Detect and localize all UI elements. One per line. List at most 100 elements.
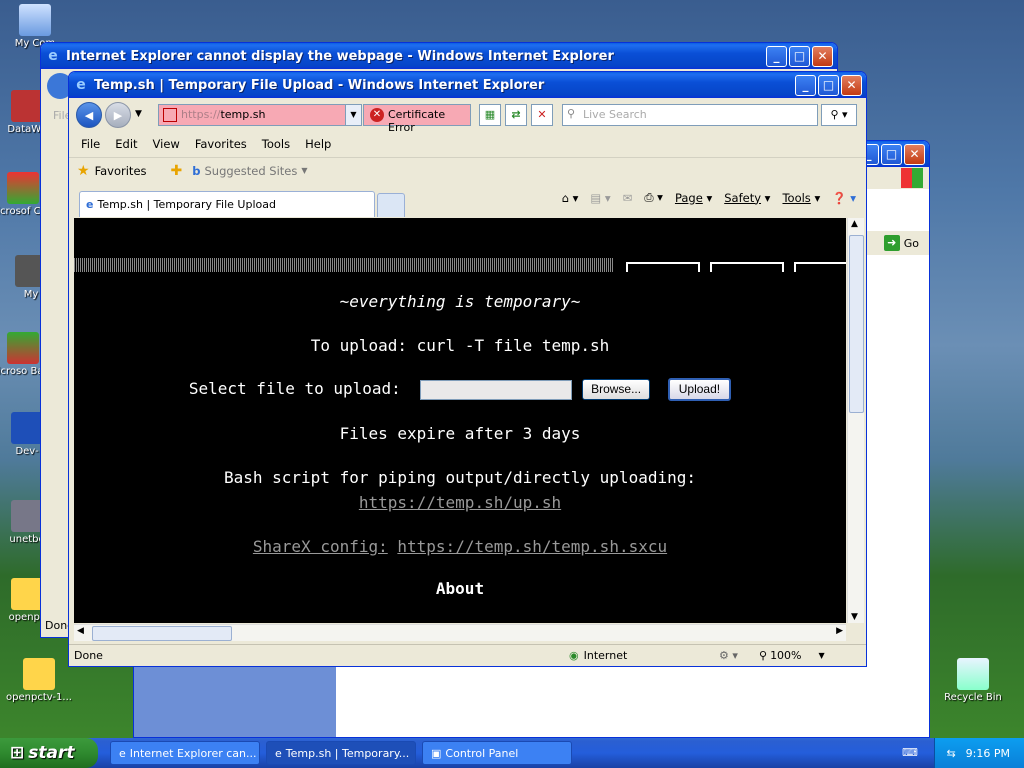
close-button[interactable]: ✕ — [841, 74, 862, 96]
upload-instructions: To upload: curl -T file temp.sh — [310, 336, 610, 355]
address-bar[interactable]: https://temp.sh ▼ — [158, 104, 362, 126]
address-dropdown-icon[interactable]: ▼ — [345, 105, 361, 125]
tab-temp-sh[interactable]: e Temp.sh | Temporary File Upload — [79, 191, 375, 217]
menu-view[interactable]: View — [153, 137, 180, 151]
keyboard-icon[interactable]: ⌨ — [902, 746, 918, 759]
close-button[interactable]: ✕ — [904, 143, 925, 165]
ie-window[interactable]: e Temp.sh | Temporary File Upload - Wind… — [68, 71, 867, 667]
go-button[interactable]: ➜ Go — [883, 235, 919, 251]
compatibility-view-button[interactable]: ▦ — [479, 104, 501, 126]
upload-button[interactable]: Upload! — [667, 378, 732, 401]
status-bar: Done ◉ Internet ⚙ ▾ ⚲ 100% ▼ — [69, 644, 866, 666]
maximize-button[interactable]: □ — [881, 143, 902, 165]
sharex-label[interactable]: ShareX config: — [253, 537, 388, 556]
tools-menu[interactable]: Tools ▾ — [782, 191, 820, 205]
menu-help[interactable]: Help — [305, 137, 331, 151]
add-favorite-icon[interactable]: ✚ — [171, 163, 183, 179]
page-menu[interactable]: Page ▾ — [675, 191, 712, 205]
taskbar: ⊞ start e Internet Explorer can... e Tem… — [0, 738, 1024, 768]
chevron-down-icon: ▼ — [301, 166, 308, 175]
search-input[interactable]: ⚲ Live Search — [562, 104, 818, 126]
taskbar-item-control-panel[interactable]: ▣ Control Panel — [422, 741, 572, 765]
help-icon[interactable]: ❓ ▾ — [832, 191, 856, 205]
scroll-right-icon[interactable]: ▶ — [836, 626, 843, 636]
print-icon[interactable]: ⎙ ▾ — [644, 190, 663, 205]
maximize-button[interactable]: □ — [789, 45, 810, 67]
forward-arrow-icon: ▶ — [113, 108, 123, 122]
feeds-icon[interactable]: ▤ ▾ — [590, 191, 610, 205]
browse-button[interactable]: Browse... — [582, 379, 651, 400]
minimize-button[interactable]: _ — [795, 74, 816, 96]
ie-error-titlebar[interactable]: e Internet Explorer cannot display the w… — [41, 43, 837, 69]
vertical-scrollbar[interactable]: ▲ ▼ — [847, 218, 864, 623]
scroll-left-icon[interactable]: ◀ — [77, 626, 84, 636]
internet-explorer-icon: e — [48, 48, 58, 64]
windows-logo-icon — [901, 168, 923, 188]
page-icon — [163, 108, 177, 122]
start-button[interactable]: ⊞ start — [0, 738, 98, 768]
menu-bar: File Edit View Favorites Tools Help — [69, 134, 866, 154]
desktop-icon-recycle-bin[interactable]: Recycle Bin — [938, 658, 1008, 704]
network-icon[interactable]: ⇆ — [946, 747, 955, 760]
ie-titlebar[interactable]: e Temp.sh | Temporary File Upload - Wind… — [69, 72, 866, 98]
shortcut-icon — [11, 90, 43, 122]
desktop-icon-label: openpctv-1... — [6, 692, 72, 703]
sharex-link[interactable]: https://temp.sh/temp.sh.sxcu — [397, 537, 667, 556]
menu-tools[interactable]: Tools — [262, 137, 290, 151]
internet-explorer-icon: e — [275, 746, 282, 760]
recycle-bin-icon — [957, 658, 989, 690]
system-tray: ⇆ 9:16 PM — [934, 738, 1024, 768]
desktop-icon-openpctv[interactable]: openpctv-1... — [4, 658, 74, 704]
new-tab-button[interactable] — [377, 193, 405, 217]
safety-menu[interactable]: Safety ▾ — [724, 191, 770, 205]
zoom-control[interactable]: ⚲ 100% ▼ — [759, 649, 825, 662]
back-button[interactable]: ◀ — [76, 102, 102, 128]
favorites-star-icon: ★ — [77, 162, 90, 179]
zoom-icon: ⚲ — [759, 649, 768, 662]
menu-file[interactable]: File — [81, 137, 100, 151]
select-file-label: Select file to upload: — [188, 379, 401, 398]
scroll-down-icon[interactable]: ▼ — [851, 612, 858, 622]
favorites-button[interactable]: ★ Favorites — [77, 163, 147, 179]
horizontal-scroll-thumb[interactable] — [92, 626, 232, 641]
home-icon[interactable]: ⌂ ▾ — [562, 191, 579, 205]
ascii-box — [794, 262, 846, 272]
bash-script-text: Bash script for piping output/directly u… — [223, 468, 696, 487]
stop-button[interactable]: ✕ — [531, 104, 553, 126]
upload-form: Select file to upload: Browse... Upload! — [74, 378, 846, 401]
search-icon: ⚲ ▾ — [830, 108, 848, 121]
vertical-scroll-thumb[interactable] — [849, 235, 864, 413]
read-mail-icon[interactable]: ✉ — [623, 191, 633, 205]
minimize-button[interactable]: _ — [766, 45, 787, 67]
search-button[interactable]: ⚲ ▾ — [821, 104, 857, 126]
zone-indicator: ◉ Internet — [569, 649, 628, 662]
about-heading[interactable]: About — [74, 579, 846, 598]
favorites-bar: ★ Favorites ✚ b Suggested Sites ▼ — [69, 157, 866, 183]
bash-script-link[interactable]: https://temp.sh/up.sh — [359, 493, 561, 512]
taskbar-item-temp-sh[interactable]: e Temp.sh | Temporary... — [266, 741, 416, 765]
menu-edit[interactable]: Edit — [115, 137, 137, 151]
tagline: ~everything is temporary~ — [339, 292, 581, 311]
menu-favorites[interactable]: Favorites — [195, 137, 247, 151]
file-path-input[interactable] — [420, 379, 573, 400]
search-provider-icon: ⚲ — [567, 107, 576, 120]
close-button[interactable]: ✕ — [812, 45, 833, 67]
control-panel-icon: ▣ — [431, 746, 442, 760]
scroll-up-icon[interactable]: ▲ — [851, 219, 858, 229]
certificate-error-button[interactable]: ✕ Certificate Error — [363, 104, 471, 134]
expiry-notice: Files expire after 3 days — [339, 424, 581, 443]
forward-button[interactable]: ▶ — [105, 102, 131, 128]
ascii-box — [626, 262, 700, 272]
ascii-banner — [74, 258, 846, 272]
protected-mode-icon[interactable]: ⚙ ▾ — [719, 649, 759, 662]
address-protocol: https:// — [181, 108, 221, 121]
history-dropdown-icon[interactable]: ▼ — [135, 109, 142, 119]
taskbar-item-ie-error[interactable]: e Internet Explorer can... — [110, 741, 260, 765]
window-title: Temp.sh | Temporary File Upload - Window… — [94, 77, 545, 93]
page-content: ~everything is temporary~ To upload: cur… — [74, 218, 846, 623]
maximize-button[interactable]: □ — [818, 74, 839, 96]
suggested-sites-button[interactable]: b Suggested Sites ▼ — [192, 164, 307, 178]
go-arrow-icon: ➜ — [883, 235, 900, 251]
refresh-button[interactable]: ⇄ — [505, 104, 527, 126]
horizontal-scrollbar[interactable]: ◀ ▶ — [74, 624, 846, 641]
